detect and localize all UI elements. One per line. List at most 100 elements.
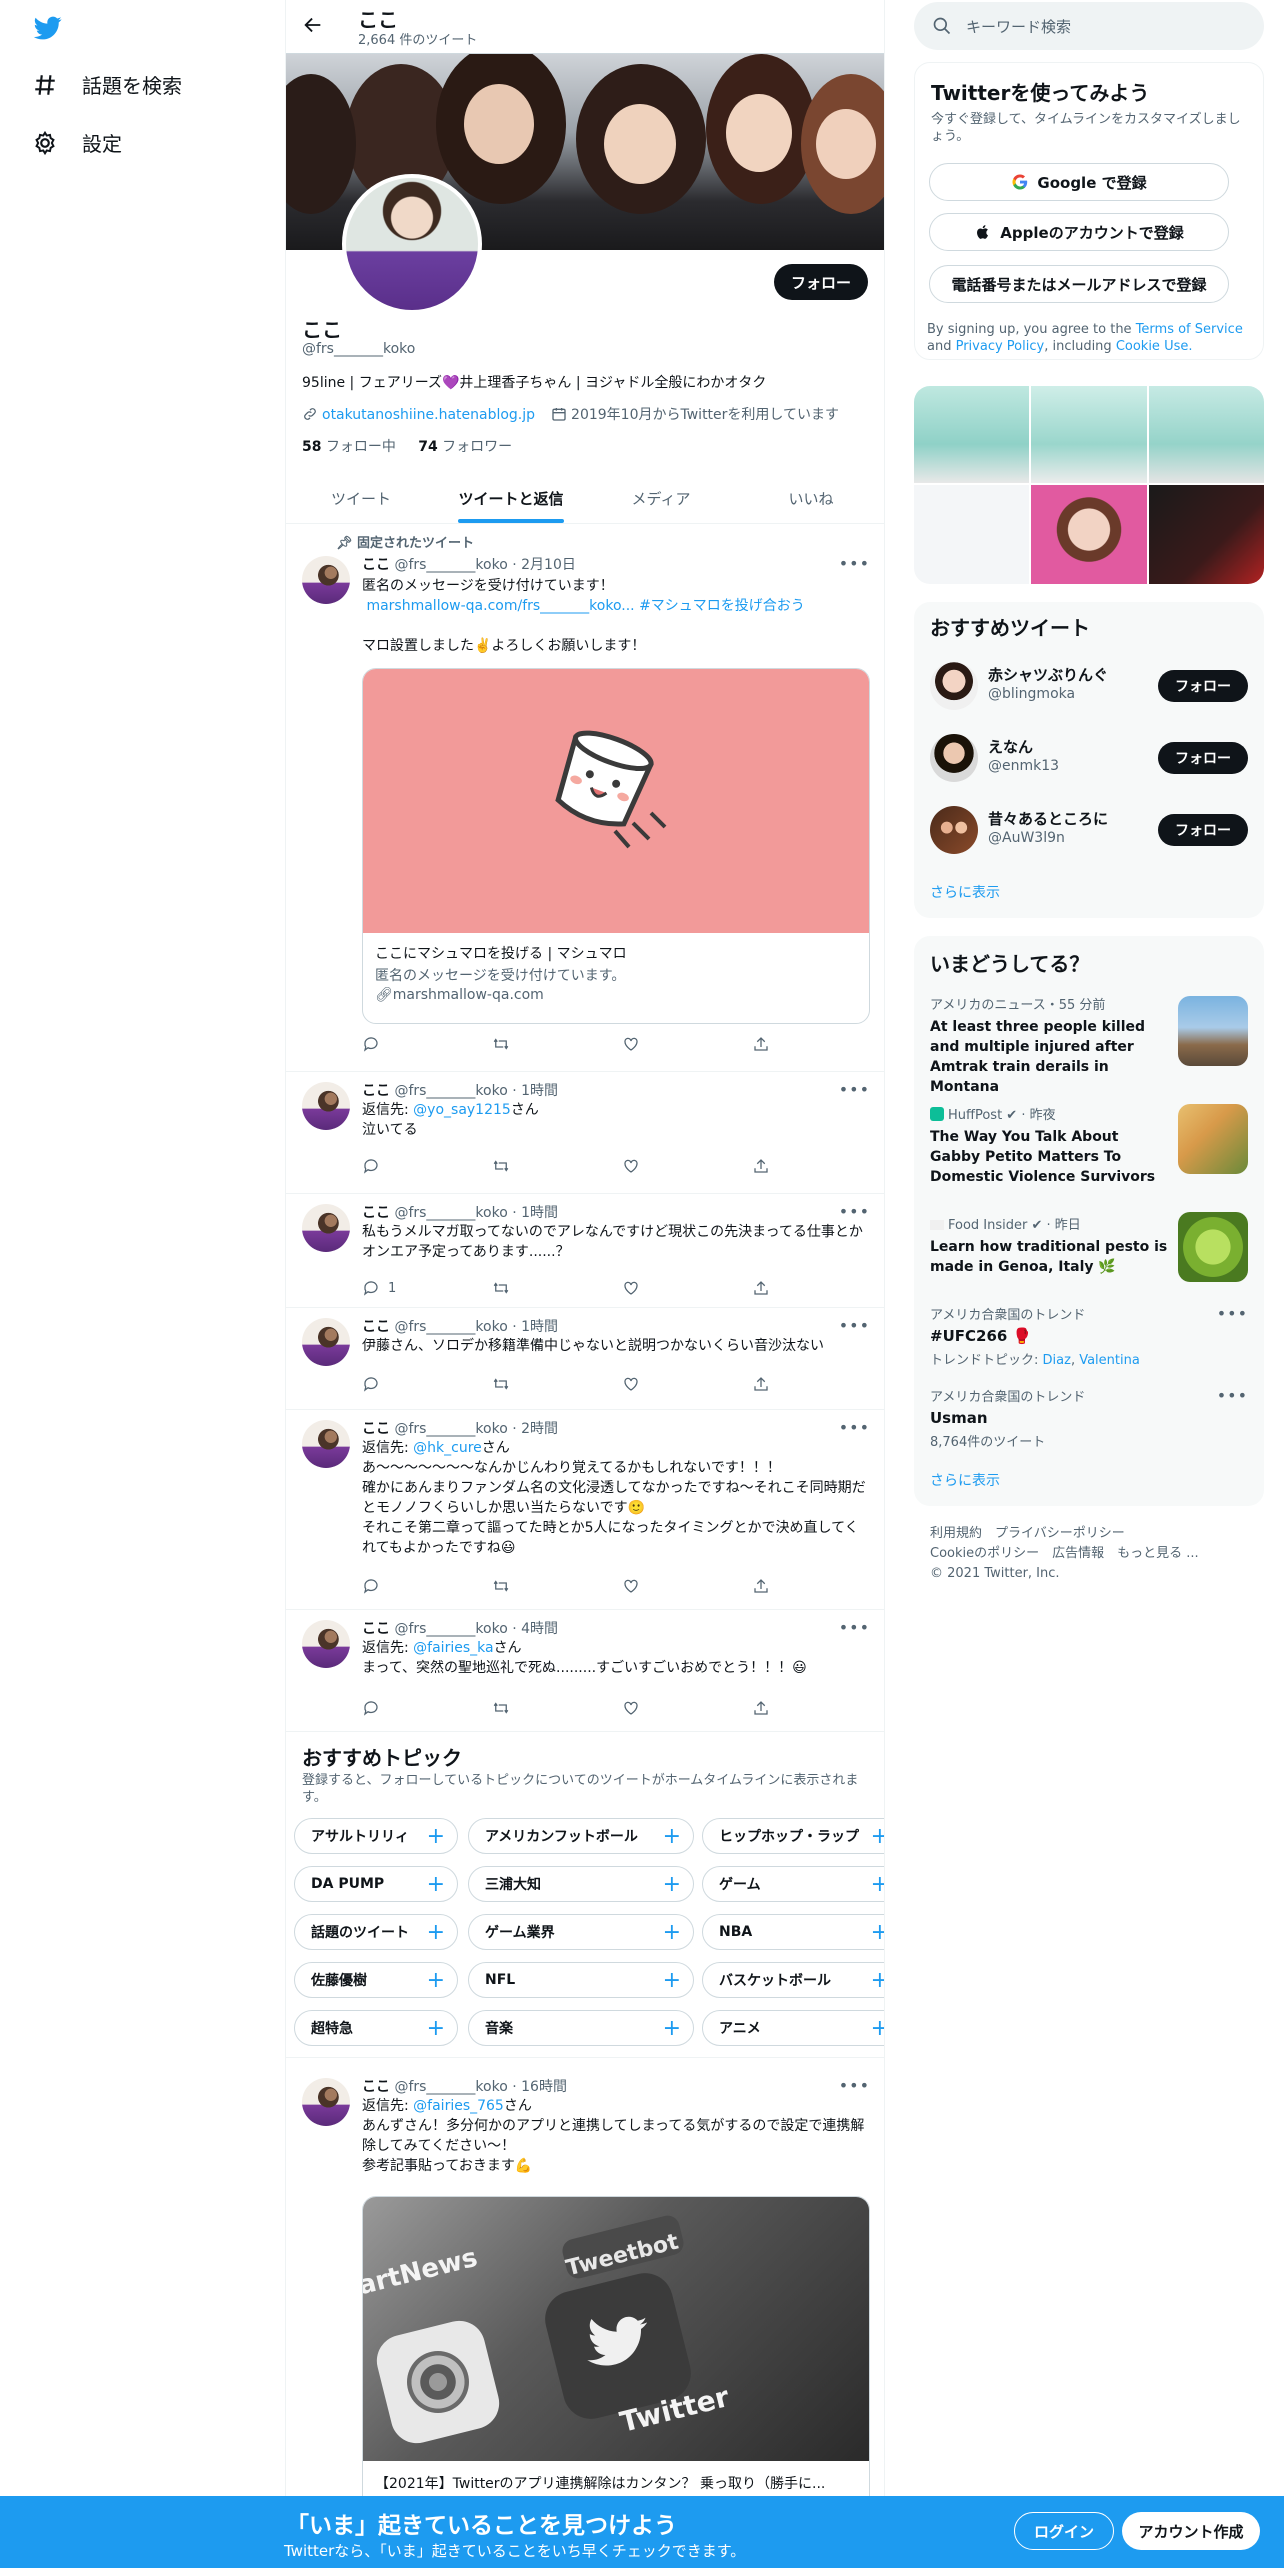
reply-button[interactable] — [362, 1576, 402, 1596]
tab-media[interactable]: メディア — [586, 474, 736, 523]
topic-chip[interactable]: NFL + — [468, 1962, 694, 1998]
avatar[interactable] — [302, 1204, 350, 1252]
footer-links-2[interactable]: Cookieのポリシー 広告情報 もっと見る ... — [930, 1544, 1199, 1564]
share-button[interactable] — [752, 1698, 792, 1718]
follow-button[interactable]: フォロー — [774, 264, 868, 300]
media-thumb[interactable] — [1031, 386, 1147, 483]
topic-chip[interactable]: 超特急 + — [294, 2010, 458, 2046]
more-icon[interactable]: ••• — [839, 1080, 870, 1099]
avatar[interactable] — [302, 2078, 350, 2126]
share-button[interactable] — [752, 1374, 792, 1394]
topic-chip[interactable]: アニメ+ — [702, 2010, 884, 2046]
topic-chip[interactable]: DA PUMP + — [294, 1866, 458, 1902]
topic-chip[interactable]: ヒップホップ・ラップ+ — [702, 1818, 884, 1854]
more-icon[interactable]: ••• — [839, 1418, 870, 1437]
reply-button[interactable] — [362, 1698, 402, 1718]
like-button[interactable] — [622, 1156, 662, 1176]
avatar[interactable] — [302, 556, 350, 604]
retweet-button[interactable] — [492, 1374, 532, 1394]
trend-topic-link[interactable]: Valentina — [1079, 1353, 1140, 1368]
tab-tweets-and-replies[interactable]: ツイートと返信 — [436, 474, 586, 523]
tweet-hashtag[interactable]: #マシュマロを投げ合おう — [639, 598, 805, 614]
cookie-link[interactable]: Cookie Use. — [1116, 339, 1193, 354]
more-icon[interactable]: ••• — [839, 2076, 870, 2095]
media-thumb[interactable] — [914, 386, 1029, 483]
tab-likes[interactable]: いいね — [736, 474, 884, 523]
apple-signup-button[interactable]: Appleのアカウントで登録 — [929, 213, 1229, 251]
follow-button[interactable]: フォロー — [1158, 814, 1248, 846]
reply-button[interactable] — [362, 1374, 402, 1394]
topic-chip[interactable]: バスケットボール+ — [702, 1962, 884, 1998]
avatar[interactable] — [930, 734, 978, 782]
media-thumb[interactable] — [1149, 485, 1264, 584]
follow-button[interactable]: フォロー — [1158, 670, 1248, 702]
reply-mention[interactable]: @yo_say1215 — [413, 1102, 511, 1118]
tweet-pinned[interactable]: 📌︎ 固定されたツイート ここ @frs_______koko · 2月10日 … — [286, 524, 884, 1072]
trend-topic-link[interactable]: Diaz — [1043, 1353, 1071, 1368]
tos-link[interactable]: Terms of Service — [1136, 322, 1243, 337]
more-icon[interactable]: ••• — [839, 554, 870, 573]
avatar[interactable] — [302, 1620, 350, 1668]
link-card[interactable]: ここにマシュマロを投げる | マシュマロ 匿名のメッセージを受け付けています。 … — [362, 668, 870, 1024]
reply-button[interactable]: 1 — [362, 1278, 402, 1298]
tab-tweets[interactable]: ツイート — [286, 474, 436, 523]
followers-link[interactable]: 74 フォロワー — [418, 439, 512, 455]
link-card[interactable]: Tweetbot Twitter artNews 【2021年】Twitterの… — [362, 2196, 870, 2516]
media-thumb[interactable] — [914, 485, 1029, 584]
nav-settings[interactable]: 設定 — [32, 128, 122, 157]
trend-item[interactable]: アメリカ合衆国のトレンド Usman 8,764件のツイート ••• — [930, 1386, 1248, 1450]
share-button[interactable] — [752, 1278, 792, 1298]
reply-mention[interactable]: @fairies_ka — [413, 1640, 493, 1656]
search-input[interactable]: キーワード検索 — [914, 2, 1264, 50]
profile-avatar[interactable] — [342, 174, 482, 314]
reply-button[interactable] — [362, 1156, 402, 1176]
show-more-link[interactable]: さらに表示 — [930, 1470, 1000, 1490]
tweet[interactable]: ここ @frs_______koko · 1時間 ••• 返信先: @yo_sa… — [286, 1072, 884, 1194]
more-icon[interactable]: ••• — [1217, 1304, 1248, 1323]
topic-chip[interactable]: アメリカンフットボール + — [468, 1818, 694, 1854]
share-button[interactable] — [752, 1034, 792, 1054]
topic-chip[interactable]: アサルトリリィ + — [294, 1818, 458, 1854]
trend-item[interactable]: アメリカ合衆国のトレンド #UFC266 🥊 トレンドトピック: Diaz, V… — [930, 1304, 1248, 1368]
news-item[interactable]: HuffPost ✔ · 昨夜 The Way You Talk About G… — [930, 1104, 1168, 1187]
topic-chip[interactable]: 話題のツイート + — [294, 1914, 458, 1950]
tweet[interactable]: ここ @frs_______koko · 4時間 ••• 返信先: @fairi… — [286, 1610, 884, 1732]
tweet[interactable]: ここ @frs_______koko · 1時間 ••• 伊藤さん、ソロデか移籍… — [286, 1308, 884, 1410]
retweet-button[interactable] — [492, 1278, 532, 1298]
tweet[interactable]: ここ @frs_______koko · 16時間 ••• 返信先: @fair… — [286, 2068, 884, 2516]
more-icon[interactable]: ••• — [839, 1316, 870, 1335]
follow-button[interactable]: フォロー — [1158, 742, 1248, 774]
like-button[interactable] — [622, 1278, 662, 1298]
show-more-link[interactable]: さらに表示 — [930, 882, 1000, 902]
topic-chip[interactable]: 三浦大知 + — [468, 1866, 694, 1902]
like-button[interactable] — [622, 1374, 662, 1394]
google-signup-button[interactable]: Google で登録 — [929, 163, 1229, 201]
like-button[interactable] — [622, 1034, 662, 1054]
share-button[interactable] — [752, 1156, 792, 1176]
media-thumb[interactable] — [1031, 485, 1147, 584]
media-thumb[interactable] — [1149, 386, 1264, 483]
news-item[interactable]: アメリカのニュース・55 分前 At least three people ki… — [930, 994, 1168, 1097]
avatar[interactable] — [302, 1420, 350, 1468]
nav-explore[interactable]: 話題を検索 — [32, 70, 182, 99]
like-button[interactable] — [622, 1576, 662, 1596]
topic-chip[interactable]: 佐藤優樹 + — [294, 1962, 458, 1998]
following-link[interactable]: 58 フォロー中 — [302, 439, 396, 455]
reply-mention[interactable]: @fairies_765 — [413, 2098, 504, 2114]
profile-link[interactable]: otakutanoshiine.hatenablog.jp — [322, 407, 535, 423]
signup-button[interactable]: アカウント作成 — [1122, 2512, 1260, 2550]
share-button[interactable] — [752, 1576, 792, 1596]
login-button[interactable]: ログイン — [1014, 2512, 1114, 2550]
topic-chip[interactable]: ゲーム業界 + — [468, 1914, 694, 1950]
tweet-link[interactable]: marshmallow-qa.com/frs_______koko... — [366, 598, 634, 614]
retweet-button[interactable] — [492, 1156, 532, 1176]
avatar[interactable] — [930, 806, 978, 854]
like-button[interactable] — [622, 1698, 662, 1718]
retweet-button[interactable] — [492, 1034, 532, 1054]
reply-button[interactable] — [362, 1034, 402, 1054]
retweet-button[interactable] — [492, 1698, 532, 1718]
news-item[interactable]: Food Insider ✔ · 昨日 Learn how traditiona… — [930, 1214, 1168, 1277]
retweet-button[interactable] — [492, 1576, 532, 1596]
twitter-logo-icon[interactable] — [32, 14, 64, 42]
topic-chip[interactable]: NBA+ — [702, 1914, 884, 1950]
